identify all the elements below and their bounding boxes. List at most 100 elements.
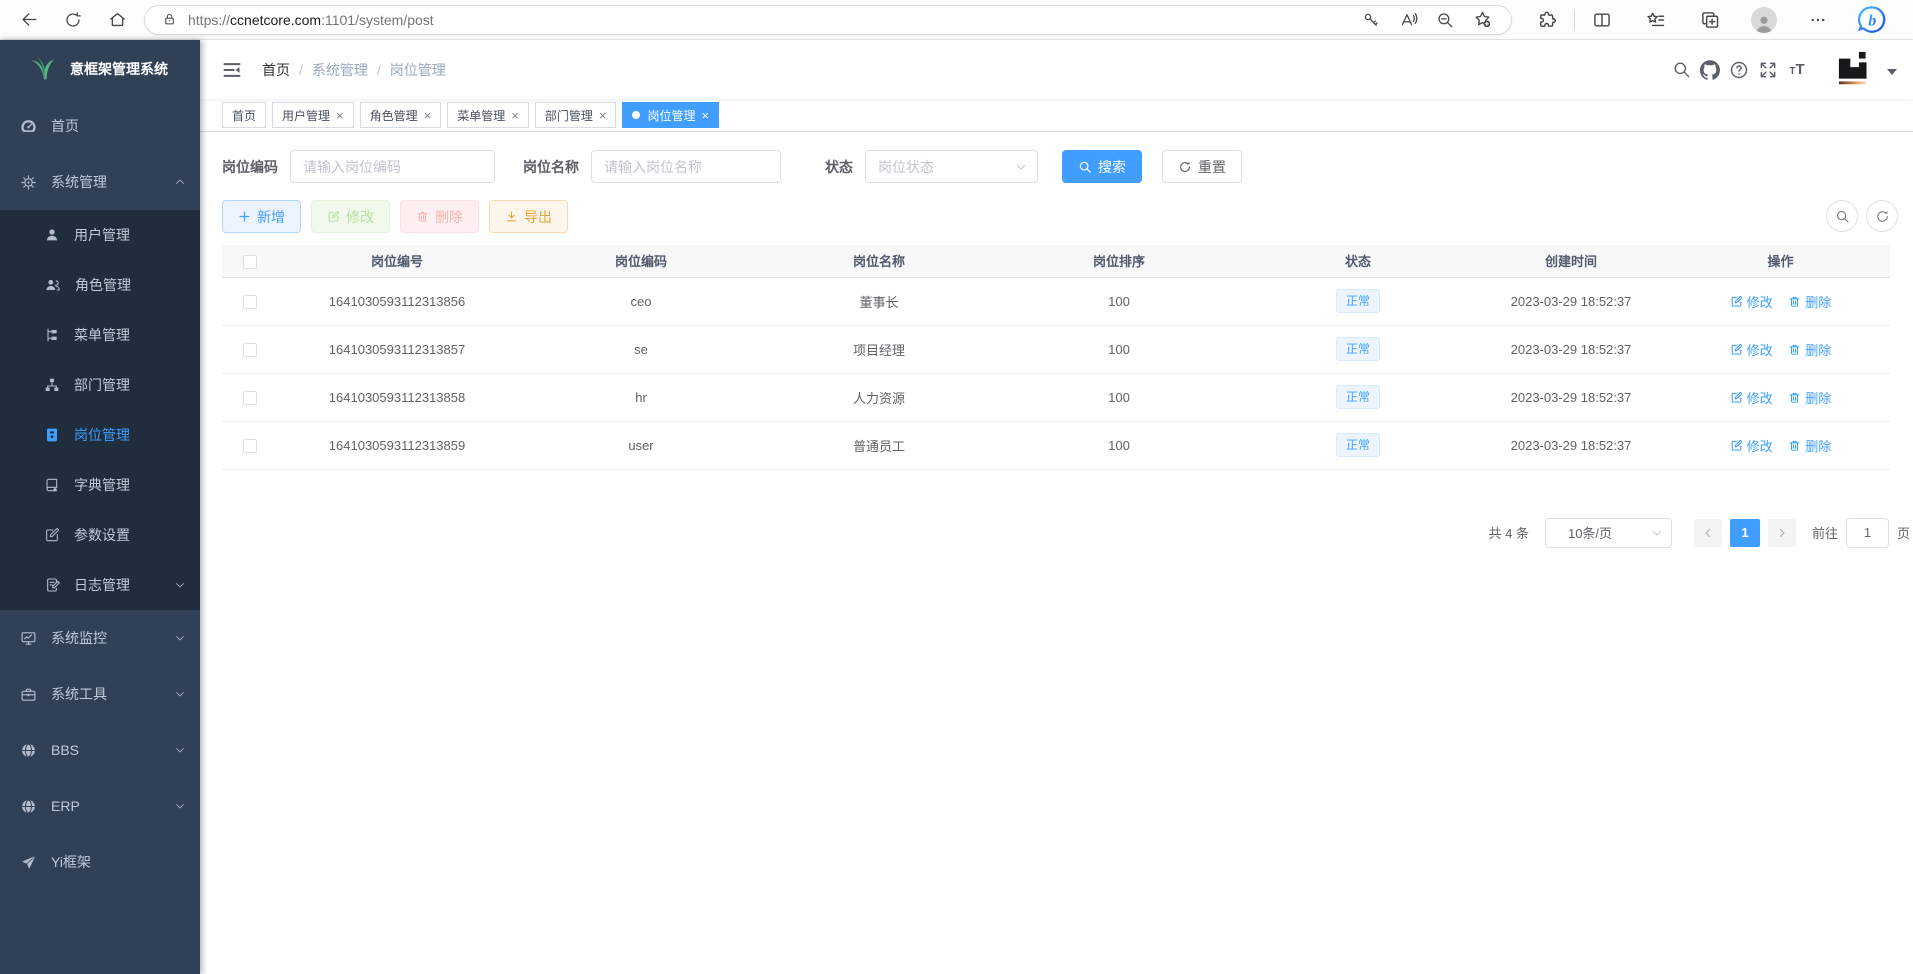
browser-profile-button[interactable] bbox=[1747, 4, 1781, 36]
trash-icon bbox=[1788, 439, 1801, 452]
status-select[interactable]: 岗位状态 bbox=[865, 150, 1038, 183]
sidebar-item-system-tools[interactable]: 系统工具 bbox=[0, 666, 200, 722]
export-button[interactable]: 导出 bbox=[489, 200, 568, 233]
browser-menu-button[interactable] bbox=[1801, 4, 1835, 36]
row-checkbox[interactable] bbox=[243, 439, 257, 453]
toggle-search-button[interactable] bbox=[1826, 200, 1858, 232]
add-favorite-button[interactable] bbox=[1467, 7, 1497, 33]
sidebar-item-home[interactable]: 首页 bbox=[0, 98, 200, 154]
tab-dept-management[interactable]: 部门管理× bbox=[535, 102, 617, 128]
help-doc-button[interactable] bbox=[1726, 57, 1752, 83]
sidebar-item-role-management[interactable]: 角色管理 bbox=[0, 260, 200, 310]
status-badge: 正常 bbox=[1336, 385, 1380, 409]
page-number-button[interactable]: 1 bbox=[1730, 519, 1760, 547]
row-delete-link[interactable]: 删除 bbox=[1788, 388, 1831, 407]
goto-page-input[interactable] bbox=[1846, 518, 1889, 548]
row-delete-link[interactable]: 删除 bbox=[1788, 292, 1831, 311]
post-code-input[interactable] bbox=[290, 150, 495, 183]
user-avatar-menu[interactable] bbox=[1836, 50, 1897, 90]
breadcrumb-home[interactable]: 首页 bbox=[262, 60, 290, 80]
sidebar-item-user-management[interactable]: 用户管理 bbox=[0, 210, 200, 260]
sidebar-item-bbs[interactable]: BBS bbox=[0, 722, 200, 778]
zoom-out-button[interactable] bbox=[1430, 7, 1460, 33]
tab-menu-management[interactable]: 菜单管理× bbox=[447, 102, 529, 128]
table-row[interactable]: 1641030593112313856 ceo 董事长 100 正常 2023-… bbox=[222, 277, 1890, 325]
fullscreen-button[interactable] bbox=[1755, 57, 1781, 83]
search-form: 岗位编码 岗位名称 状态 岗位状态 搜索 重置 bbox=[222, 150, 1913, 183]
font-size-button[interactable]: TT bbox=[1784, 57, 1810, 83]
row-delete-link[interactable]: 删除 bbox=[1788, 436, 1831, 455]
select-all-checkbox[interactable] bbox=[243, 255, 257, 269]
refresh-table-button[interactable] bbox=[1866, 200, 1898, 232]
search-button[interactable]: 搜索 bbox=[1062, 150, 1142, 183]
tab-close-icon[interactable]: × bbox=[511, 109, 519, 122]
goto-label: 前往 bbox=[1812, 523, 1838, 542]
col-post-name: 岗位名称 bbox=[765, 245, 993, 277]
delete-link-label: 删除 bbox=[1805, 292, 1831, 311]
sidebar-item-dict-management[interactable]: 字典管理 bbox=[0, 460, 200, 510]
sidebar-item-param-settings[interactable]: 参数设置 bbox=[0, 510, 200, 560]
cell-post-sort: 100 bbox=[993, 277, 1245, 325]
row-edit-link[interactable]: 修改 bbox=[1730, 388, 1773, 407]
read-aloud-button[interactable] bbox=[1393, 7, 1423, 33]
prev-page-button[interactable] bbox=[1694, 519, 1722, 547]
tab-close-icon[interactable]: × bbox=[599, 109, 607, 122]
header-search-button[interactable] bbox=[1668, 57, 1694, 83]
tab-role-management[interactable]: 角色管理× bbox=[360, 102, 442, 128]
split-screen-button[interactable] bbox=[1585, 4, 1619, 36]
collections-button[interactable] bbox=[1693, 4, 1727, 36]
sidebar-item-system-management[interactable]: 系统管理 bbox=[0, 154, 200, 210]
sidebar-item-system-monitor[interactable]: 系统监控 bbox=[0, 610, 200, 666]
address-bar[interactable]: https://ccnetcore.com:1101/system/post bbox=[144, 5, 1512, 35]
table-row[interactable]: 1641030593112313857 se 项目经理 100 正常 2023-… bbox=[222, 325, 1890, 373]
tab-user-management[interactable]: 用户管理× bbox=[272, 102, 354, 128]
tab-home[interactable]: 首页 bbox=[222, 102, 266, 128]
bing-icon: b bbox=[1857, 5, 1887, 35]
row-edit-link[interactable]: 修改 bbox=[1730, 292, 1773, 311]
zoom-out-icon bbox=[1436, 11, 1454, 29]
sidebar-item-log-management[interactable]: 日志管理 bbox=[0, 560, 200, 610]
status-select-placeholder: 岗位状态 bbox=[878, 157, 934, 177]
sidebar-item-menu-management[interactable]: 菜单管理 bbox=[0, 310, 200, 360]
row-edit-link[interactable]: 修改 bbox=[1730, 340, 1773, 359]
breadcrumb-system[interactable]: 系统管理 bbox=[312, 60, 368, 80]
edit-link-label: 修改 bbox=[1747, 436, 1773, 455]
row-checkbox[interactable] bbox=[243, 295, 257, 309]
browser-toolbar: https://ccnetcore.com:1101/system/post bbox=[0, 0, 1913, 40]
add-button[interactable]: 新增 bbox=[222, 200, 301, 233]
tab-post-management[interactable]: 岗位管理× bbox=[622, 102, 719, 128]
github-link[interactable] bbox=[1697, 57, 1723, 83]
cell-post-code: se bbox=[517, 325, 765, 373]
delete-button[interactable]: 删除 bbox=[400, 200, 479, 233]
tab-close-icon[interactable]: × bbox=[701, 109, 709, 122]
sidebar-item-yi-framework[interactable]: Yi框架 bbox=[0, 834, 200, 890]
sidebar-item-post-management[interactable]: 岗位管理 bbox=[0, 410, 200, 460]
browser-refresh-button[interactable] bbox=[56, 4, 90, 36]
tab-close-icon[interactable]: × bbox=[336, 109, 344, 122]
row-checkbox[interactable] bbox=[243, 343, 257, 357]
browser-back-button[interactable] bbox=[12, 4, 46, 36]
page-size-select[interactable]: 10条/页 bbox=[1545, 518, 1672, 548]
browser-home-button[interactable] bbox=[100, 4, 134, 36]
sidebar-item-dept-management[interactable]: 部门管理 bbox=[0, 360, 200, 410]
sidebar-collapse-button[interactable] bbox=[216, 54, 248, 86]
cell-created: 2023-03-29 18:52:37 bbox=[1471, 373, 1671, 421]
edit-button[interactable]: 修改 bbox=[311, 200, 390, 233]
logo[interactable]: 意框架管理系统 bbox=[0, 40, 200, 98]
reset-button[interactable]: 重置 bbox=[1162, 150, 1242, 183]
row-checkbox[interactable] bbox=[243, 391, 257, 405]
sidebar-item-label: 用户管理 bbox=[74, 225, 186, 245]
extensions-button[interactable] bbox=[1530, 4, 1564, 36]
row-edit-link[interactable]: 修改 bbox=[1730, 436, 1773, 455]
next-page-button[interactable] bbox=[1768, 519, 1796, 547]
chevron-down-icon bbox=[174, 688, 186, 700]
tab-close-icon[interactable]: × bbox=[424, 109, 432, 122]
sidebar-item-erp[interactable]: ERP bbox=[0, 778, 200, 834]
favorites-button[interactable] bbox=[1639, 4, 1673, 36]
row-delete-link[interactable]: 删除 bbox=[1788, 340, 1831, 359]
table-row[interactable]: 1641030593112313858 hr 人力资源 100 正常 2023-… bbox=[222, 373, 1890, 421]
table-row[interactable]: 1641030593112313859 user 普通员工 100 正常 202… bbox=[222, 421, 1890, 469]
bing-chat-button[interactable]: b bbox=[1855, 4, 1889, 36]
post-name-input[interactable] bbox=[591, 150, 781, 183]
password-key-button[interactable] bbox=[1356, 7, 1386, 33]
